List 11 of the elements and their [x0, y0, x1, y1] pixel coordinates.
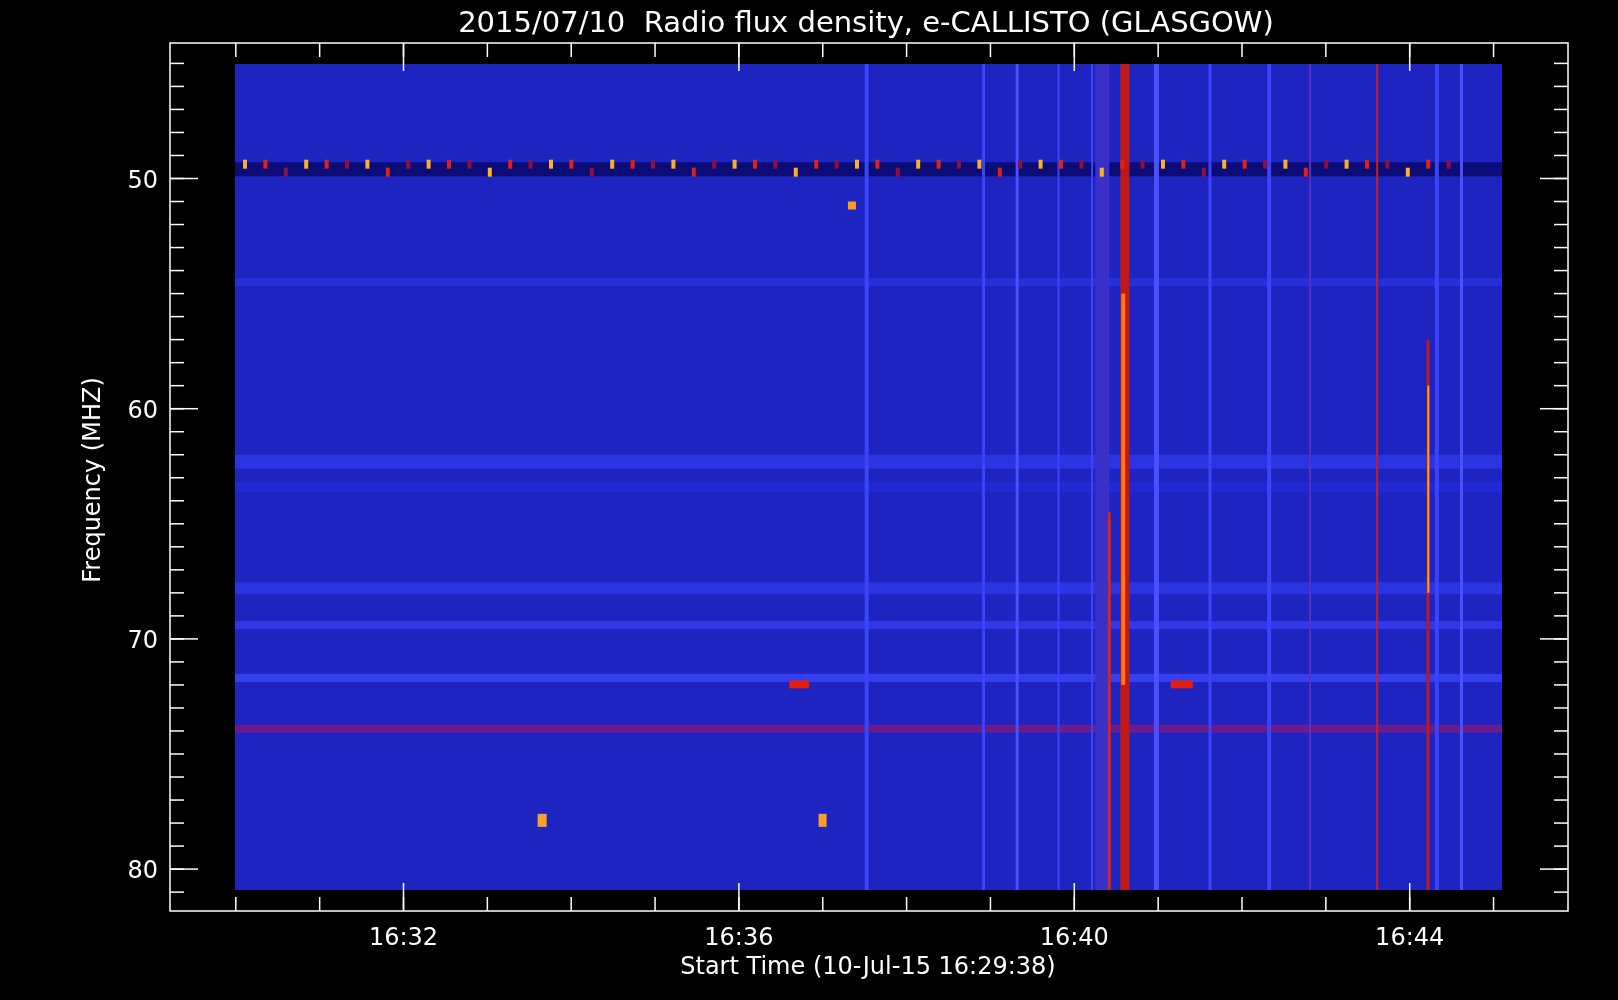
plot-title: 2015/07/10 Radio flux density, e-CALLISTO (GLASGOW)	[458, 5, 1274, 39]
y-tick-label: 50	[127, 165, 158, 194]
x-tick-label: 16:44	[1375, 923, 1445, 951]
y-tick-label: 80	[127, 856, 158, 885]
x-axis-label: Start Time (10-Jul-15 16:29:38)	[680, 952, 1056, 980]
x-tick-label: 16:40	[1039, 923, 1109, 951]
y-tick-label: 60	[127, 395, 158, 424]
x-tick-label: 16:36	[704, 923, 774, 951]
y-tick-label: 70	[127, 625, 158, 654]
y-axis-label: Frequency (MHZ)	[78, 377, 106, 583]
x-tick-label: 16:32	[368, 923, 439, 951]
